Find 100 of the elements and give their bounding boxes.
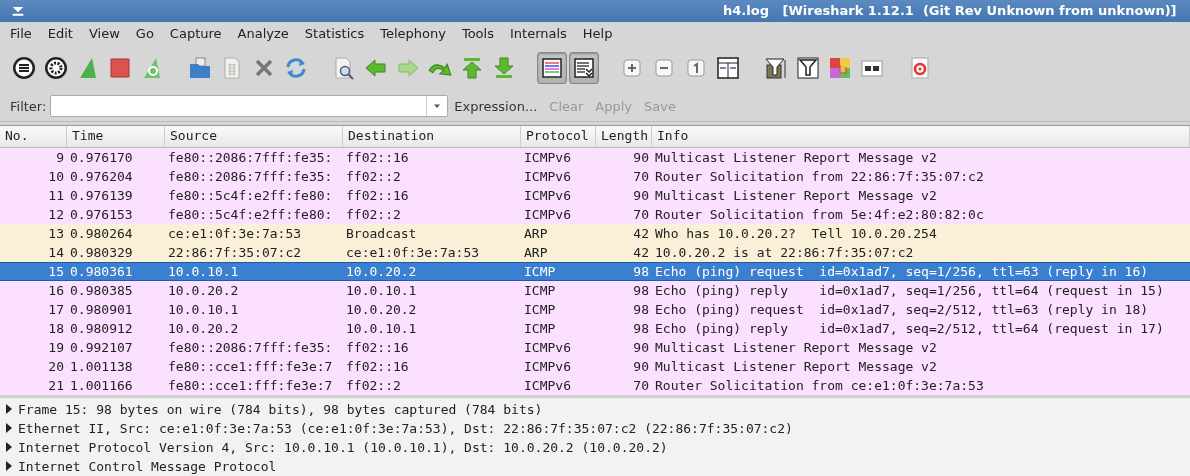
table-cell-text: ICMPv6	[523, 149, 572, 167]
menu-item[interactable]: File	[2, 26, 40, 42]
tree-item[interactable]: Internet Control Message Protocol	[18, 459, 277, 474]
filter-action-link[interactable]: Expression...	[448, 98, 544, 114]
column-header[interactable]: Destination	[343, 126, 521, 147]
table-cell-text: 0.976139	[69, 187, 134, 205]
menu-item[interactable]: Telephony	[372, 26, 454, 42]
table-cell-text: 98	[632, 263, 650, 280]
auto-scroll-toggle[interactable]	[569, 52, 599, 85]
table-cell-text: Router Solicitation from ce:e1:0f:3e:7a:53	[654, 377, 985, 395]
table-cell-text: 0.980329	[69, 244, 134, 262]
table-cell-text: 70	[632, 206, 650, 224]
column-header[interactable]: Protocol	[521, 126, 596, 147]
table-cell-text: 10.0.20.2	[345, 263, 418, 280]
table-cell-text: ICMPv6	[523, 358, 572, 376]
auto-scroll-icon	[572, 56, 596, 81]
column-header[interactable]: Info	[652, 126, 1190, 147]
tree-item[interactable]: Frame 15: 98 bytes on wire (784 bits), 98 bytes captured (784 bits)	[18, 402, 543, 417]
settings-icon	[44, 56, 68, 81]
table-cell-text: 0.980264	[69, 225, 134, 243]
help-icon	[908, 56, 932, 81]
table-cell-text: 22:86:7f:35:07:c2	[167, 244, 303, 262]
table-cell-text: 10.0.20.2 is at 22:86:7f:35:07:c2	[654, 244, 915, 262]
table-cell-text: 17	[47, 301, 65, 319]
resize-columns-icon	[716, 56, 740, 81]
table-cell-text: Echo (ping) request id=0x1ad7, seq=1/256, ttl=63 (reply in 16)	[654, 263, 1150, 280]
table-cell-text: 10.0.10.1	[167, 263, 240, 280]
table-cell-text: 14	[47, 244, 65, 262]
table-cell-text: ff02::2	[345, 206, 402, 224]
colorize-toggle[interactable]	[537, 52, 567, 85]
table-cell-text: 18	[47, 320, 65, 338]
table-cell-text: ICMP	[523, 282, 557, 300]
table-cell-text: 0.980901	[69, 301, 134, 319]
filter-field[interactable]	[50, 95, 449, 118]
column-header[interactable]: Time	[67, 126, 165, 147]
menu-item[interactable]: View	[80, 26, 128, 42]
window-title: h4.log [Wireshark 1.12.1 (Git Rev Unknown from unknown)]	[723, 3, 1177, 18]
table-cell-text: ff02::16	[345, 187, 410, 205]
table-cell-text: Multicast Listener Report Message v2	[654, 187, 938, 205]
table-cell-text: 0.992107	[69, 339, 134, 357]
expand-triangle-icon[interactable]	[6, 461, 12, 472]
table-cell-text: Broadcast	[345, 225, 418, 243]
table-cell-text: fe80::cce1:fff:fe3e:7	[167, 358, 334, 376]
table-cell-text: ICMPv6	[523, 187, 572, 205]
table-cell-text: 10.0.20.2	[167, 282, 240, 300]
table-cell-text: ff02::2	[345, 377, 402, 395]
menu-item[interactable]: Edit	[39, 26, 81, 42]
table-cell-text: 10.0.20.2	[345, 301, 418, 319]
column-header[interactable]: No.	[0, 126, 67, 147]
table-cell-text: 0.980361	[69, 263, 134, 280]
table-cell-text: 0.976170	[69, 149, 134, 167]
table-cell-text: fe80::2086:7fff:fe35:	[167, 339, 334, 357]
table-cell-text: 0.980912	[69, 320, 134, 338]
tree-item[interactable]: Ethernet II, Src: ce:e1:0f:3e:7a:53 (ce:e1:0f:3e:7a:53), Dst: 22:86:7f:35:07:c2 (22:86:7f:35:07:c2)	[18, 421, 793, 436]
table-cell-text: ICMP	[523, 301, 557, 319]
table-cell-text: 15	[47, 263, 65, 280]
table-cell-text: 90	[632, 187, 650, 205]
table-cell-text: ICMPv6	[523, 168, 572, 186]
table-cell-text: 42	[632, 225, 650, 243]
menu-item[interactable]: Internals	[501, 26, 575, 42]
menu-item[interactable]: Help	[574, 26, 621, 42]
table-cell-text: 0.976204	[69, 168, 134, 186]
table-cell-text: 0.980385	[69, 282, 134, 300]
menu-item[interactable]: Go	[127, 26, 162, 42]
menu-item[interactable]: Analyze	[229, 26, 297, 42]
table-cell-text: ff02::16	[345, 149, 410, 167]
table-cell-text: ICMPv6	[523, 377, 572, 395]
table-cell-text: 90	[632, 339, 650, 357]
table-cell-text: Multicast Listener Report Message v2	[654, 358, 938, 376]
tree-item[interactable]: Internet Protocol Version 4, Src: 10.0.10.1 (10.0.10.1), Dst: 10.0.20.2 (10.0.20.2)	[18, 440, 668, 455]
table-cell-text: 21	[47, 377, 65, 395]
expand-triangle-icon[interactable]	[6, 442, 12, 453]
table-cell-text: ARP	[523, 225, 549, 243]
menu-item[interactable]: Statistics	[296, 26, 373, 42]
table-cell-text: fe80::2086:7fff:fe35:	[167, 149, 334, 167]
column-header[interactable]: Source	[165, 126, 343, 147]
table-cell-text: fe80::5c4f:e2ff:fe80:	[167, 206, 334, 224]
table-cell-text: 10.0.10.1	[345, 320, 418, 338]
expand-triangle-icon[interactable]	[6, 404, 12, 415]
capture-filter-icon	[764, 56, 788, 81]
find-icon	[332, 56, 356, 81]
table-cell-text: fe80::2086:7fff:fe35:	[167, 168, 334, 186]
table-cell-text: 98	[632, 301, 650, 319]
first-packet-icon	[460, 56, 484, 81]
table-cell-text: 10.0.20.2	[167, 320, 240, 338]
table-cell-text: 70	[632, 168, 650, 186]
menu-item[interactable]: Tools	[453, 26, 502, 42]
table-cell-text: 90	[632, 149, 650, 167]
column-header[interactable]: Length	[596, 126, 652, 147]
table-cell-text: ICMPv6	[523, 206, 572, 224]
display-filter-icon	[796, 56, 820, 81]
table-cell-text: 0.976153	[69, 206, 134, 224]
table-cell-text: 9	[55, 149, 65, 167]
menu-item[interactable]: Capture	[161, 26, 230, 42]
coloring-rules-icon	[828, 56, 852, 81]
table-cell-text: 90	[632, 358, 650, 376]
table-cell-text: Who has 10.0.20.2? Tell 10.0.20.254	[654, 225, 938, 243]
table-cell-text: 10.0.10.1	[167, 301, 240, 319]
table-cell-text: ICMP	[523, 320, 557, 338]
expand-triangle-icon[interactable]	[6, 423, 12, 434]
